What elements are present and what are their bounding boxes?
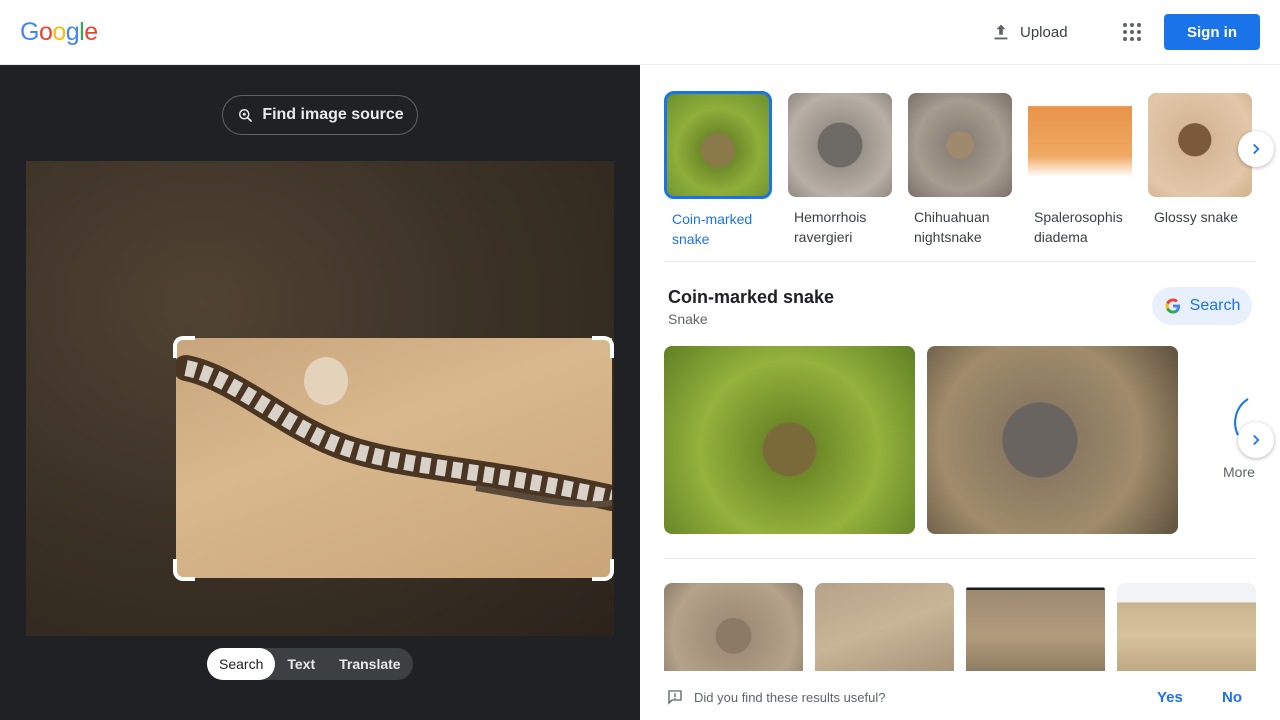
match-thumbnail <box>788 93 892 197</box>
crop-handle-top-right[interactable] <box>592 336 614 358</box>
crop-handle-bottom-left[interactable] <box>173 559 195 581</box>
feedback-icon <box>668 690 682 705</box>
match-label: Chihuahuan nightsnake <box>914 209 990 245</box>
result-image[interactable] <box>815 583 954 671</box>
sign-in-button[interactable]: Sign in <box>1164 14 1260 50</box>
chevron-right-icon <box>1253 434 1260 446</box>
more-label: More <box>1223 464 1255 480</box>
result-image[interactable] <box>664 583 803 671</box>
crop-handle-bottom-right[interactable] <box>592 559 614 581</box>
find-image-source-label: Find image source <box>262 106 404 123</box>
match-chip[interactable]: Glossy snake <box>1146 91 1254 227</box>
entity-subtitle: Snake <box>668 311 708 327</box>
google-g-icon <box>1165 298 1180 314</box>
feedback-no-button[interactable]: No <box>1222 689 1242 706</box>
entity-search-label: Search <box>1189 297 1241 314</box>
mode-switcher: Search Text Translate <box>207 648 413 680</box>
image-panel: Find image source Search Text Translate <box>0 65 640 720</box>
mode-translate-tab[interactable]: Translate <box>327 648 412 680</box>
feedback-question: Did you find these results useful? <box>694 690 886 705</box>
match-label: Glossy snake <box>1154 209 1239 225</box>
google-apps-icon[interactable] <box>1120 20 1144 44</box>
result-image[interactable] <box>1117 583 1256 671</box>
entity-image[interactable] <box>927 346 1178 534</box>
result-image[interactable] <box>966 583 1105 671</box>
match-thumbnail <box>664 91 772 199</box>
divider <box>664 558 1256 559</box>
match-chip[interactable]: Spalerosophis diadema <box>1026 91 1134 247</box>
upload-label: Upload <box>1020 23 1068 41</box>
match-thumbnail <box>1028 93 1132 197</box>
entity-image[interactable] <box>664 346 915 534</box>
match-label: Spalerosophis diadema <box>1034 209 1123 245</box>
chevron-right-icon <box>1253 143 1260 155</box>
logo-letter: o <box>38 18 53 46</box>
match-chip[interactable]: Coin-marked snake <box>664 91 772 249</box>
match-label: Hemorrhois ravergieri <box>794 209 867 245</box>
match-thumbnail <box>908 93 1012 197</box>
visual-matches-row: Coin-marked snake Hemorrhois ravergieri … <box>664 91 1264 251</box>
snake-image <box>176 355 612 511</box>
entity-title: Coin-marked snake <box>668 287 835 307</box>
feedback-bar: Did you find these results useful? Yes N… <box>640 680 1280 720</box>
entity-search-button[interactable]: Search <box>1152 287 1252 325</box>
mode-text-tab[interactable]: Text <box>275 648 327 680</box>
crop-handle-top-left[interactable] <box>173 336 195 358</box>
logo-letter: e <box>84 18 98 46</box>
top-bar: Google Upload Sign in <box>0 0 1280 65</box>
divider <box>664 261 1256 262</box>
match-chip[interactable]: Chihuahuan nightsnake <box>906 91 1014 247</box>
next-matches-button[interactable] <box>1238 131 1274 167</box>
feedback-yes-button[interactable]: Yes <box>1157 689 1183 706</box>
match-label: Coin-marked snake <box>672 211 753 247</box>
find-image-source-button[interactable]: Find image source <box>222 95 418 135</box>
logo-letter: o <box>52 18 66 46</box>
crop-selection[interactable] <box>176 338 612 578</box>
more-images-button[interactable] <box>1238 422 1274 458</box>
mode-search-tab[interactable]: Search <box>207 648 276 680</box>
results-panel: Coin-marked snake Hemorrhois ravergieri … <box>640 65 1280 720</box>
logo-letter: G <box>20 18 39 46</box>
match-thumbnail <box>1148 93 1252 197</box>
upload-button[interactable]: Upload <box>990 18 1068 46</box>
match-chip[interactable]: Hemorrhois ravergieri <box>786 91 894 247</box>
logo-letter: g <box>65 18 80 46</box>
google-logo[interactable]: Google <box>20 18 98 47</box>
upload-icon <box>994 24 1008 40</box>
lens-search-icon <box>239 109 253 122</box>
uploaded-image[interactable] <box>26 161 614 636</box>
